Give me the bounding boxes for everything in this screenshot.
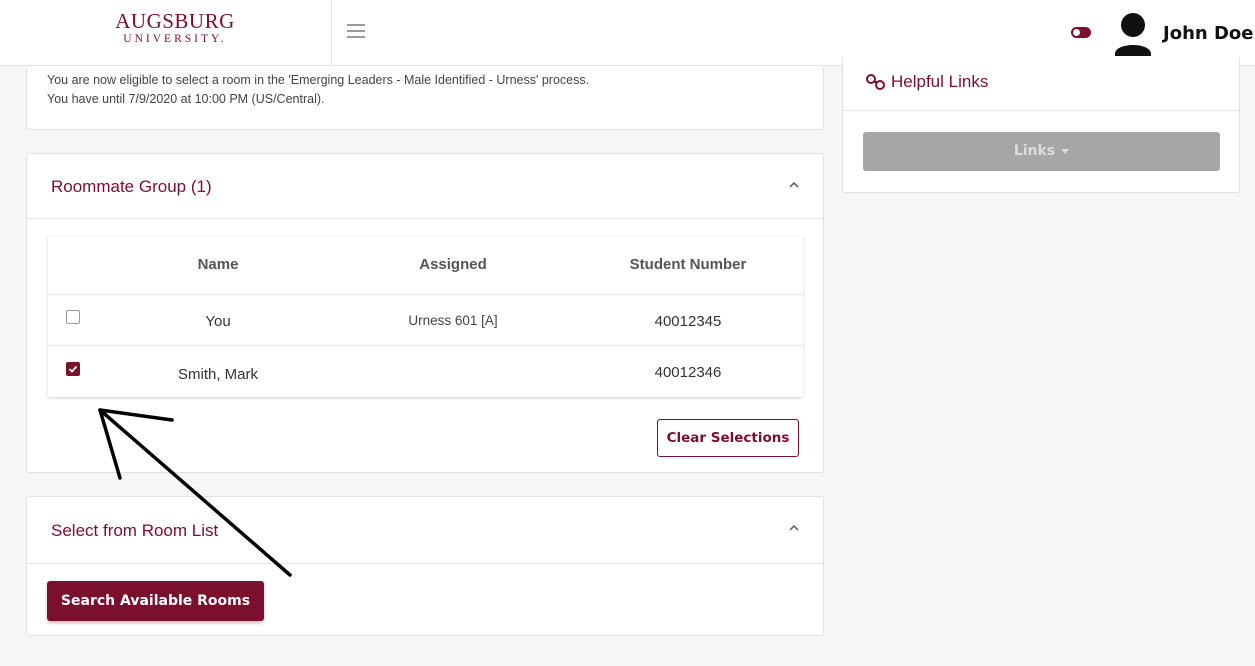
roommate-student-number: 40012346 [654,364,722,381]
logo-subtitle: UNIVERSITY. [123,33,227,45]
toggle-knob [1073,29,1080,36]
column-header-assigned: Assigned [419,256,487,273]
helpful-links-card: Helpful Links Links [842,56,1240,193]
link-icon [866,74,885,90]
header-divider [331,0,332,66]
menu-icon[interactable] [347,24,365,38]
roommate-table: Name Assigned Student Number You Urness … [48,236,803,397]
column-header-name: Name [197,256,239,273]
user-avatar-icon[interactable] [1113,12,1153,58]
links-dropdown-label: Links [1013,143,1056,159]
notice-deadline-text: You have until 7/9/2020 at 10:00 PM (US/… [47,92,325,106]
roommate-name: You [205,313,231,330]
section-divider [27,563,823,564]
links-dropdown-button[interactable]: Links [863,132,1220,171]
header-row-divider [48,294,803,295]
helpful-links-title: Helpful Links [891,72,989,91]
section-divider [843,110,1239,111]
roommate-assigned: Urness 601 [A] [408,313,498,328]
roommate-group-title: Roommate Group (1) [51,177,212,196]
column-header-student-number: Student Number [629,256,747,273]
eligibility-notice: You are now eligible to select a room in… [26,66,824,130]
roommate-name: Smith, Mark [177,366,258,383]
search-available-rooms-button[interactable]: Search Available Rooms [47,581,264,621]
university-logo[interactable]: AUGSBURG UNIVERSITY. [90,10,260,46]
caret-down-icon [1061,148,1070,154]
room-list-card: Select from Room List Search Available R… [26,496,824,636]
roommate-student-number: 40012345 [654,313,722,330]
toggle-switch[interactable] [1071,27,1091,38]
checkmark-icon [68,365,78,373]
row-checkbox-checked[interactable] [66,362,80,376]
user-name[interactable]: John Doe [1163,23,1253,44]
notice-eligibility-text: You are now eligible to select a room in… [47,73,590,87]
logo-wordmark: AUGSBURG [115,9,235,33]
section-divider [27,218,823,219]
clear-selections-button[interactable]: Clear Selections [657,419,799,457]
collapse-chevron-icon[interactable] [787,521,801,535]
collapse-chevron-icon[interactable] [787,178,801,192]
room-list-title: Select from Room List [51,521,219,540]
row-checkbox[interactable] [66,310,80,324]
row-divider [48,345,803,346]
roommate-group-card: Roommate Group (1) Name Assigned Student… [26,153,824,473]
